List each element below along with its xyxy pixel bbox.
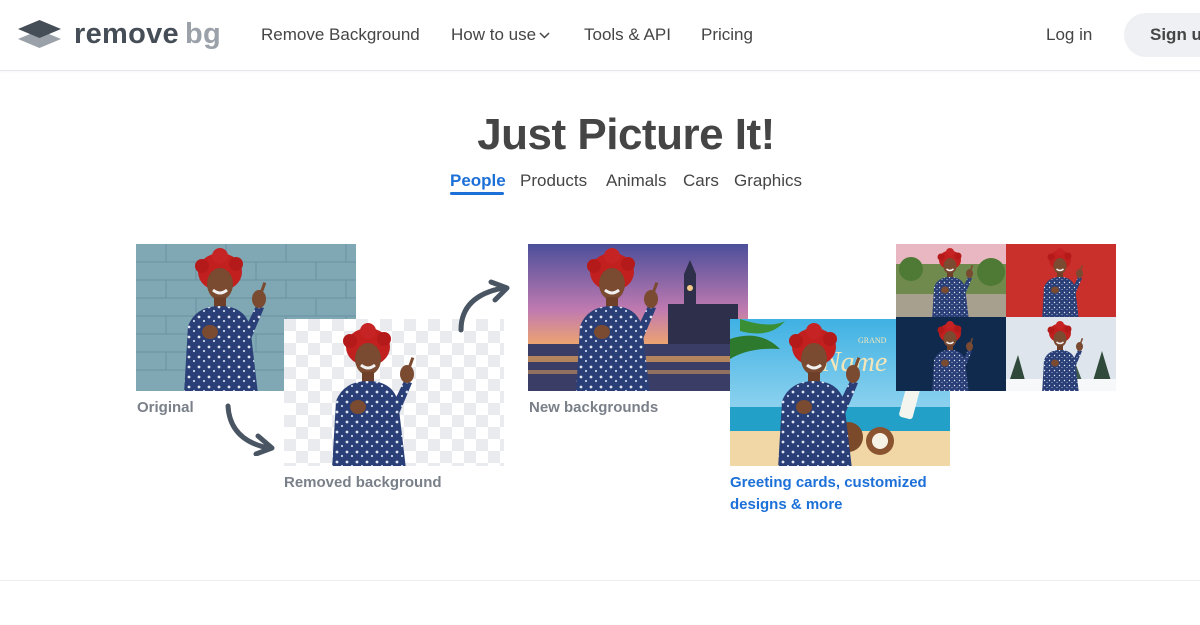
tab-animals[interactable]: Animals xyxy=(606,171,666,191)
tab-products[interactable]: Products xyxy=(520,171,587,191)
greeting-cards-link-line1[interactable]: Greeting cards, customized xyxy=(730,472,927,494)
brand-word-bg: bg xyxy=(184,18,222,50)
page-title: Just Picture It! xyxy=(477,110,775,159)
top-navbar: remove bg Remove Background How to use To… xyxy=(0,0,1200,71)
original-caption: Original xyxy=(137,399,194,416)
nav-how-to-use[interactable]: How to use xyxy=(451,24,550,46)
background-variant-navy-photo xyxy=(896,317,1006,391)
background-variant-snow-photo xyxy=(1006,317,1116,391)
category-tabs: People Products Animals Cars Graphics xyxy=(0,171,1200,201)
background-variant-street-photo xyxy=(896,244,1006,317)
login-link[interactable]: Log in xyxy=(1046,24,1092,46)
nav-remove-background[interactable]: Remove Background xyxy=(261,24,420,46)
signup-button[interactable]: Sign up xyxy=(1124,13,1200,57)
removed-background-caption: Removed background xyxy=(284,474,442,491)
removed-background-photo xyxy=(284,319,504,466)
background-variant-red-photo xyxy=(1006,244,1116,317)
greeting-cards-link-line2[interactable]: designs & more xyxy=(730,494,843,516)
brand-logo[interactable]: remove bg xyxy=(17,16,221,52)
nav-how-to-use-label: How to use xyxy=(451,25,537,44)
tab-people[interactable]: People xyxy=(450,171,506,191)
brand-wordmark: remove bg xyxy=(74,16,221,52)
section-divider xyxy=(0,580,1200,581)
chevron-down-icon xyxy=(539,32,550,39)
tab-cars[interactable]: Cars xyxy=(683,171,719,191)
active-tab-indicator xyxy=(450,192,504,195)
curved-arrow-icon xyxy=(225,403,275,456)
curved-arrow-icon xyxy=(458,279,510,333)
greeting-card-subtitle: GRAND xyxy=(858,336,887,345)
tab-graphics[interactable]: Graphics xyxy=(734,171,802,191)
nav-tools-api[interactable]: Tools & API xyxy=(584,24,671,46)
new-backgrounds-caption: New backgrounds xyxy=(529,399,659,416)
nav-pricing[interactable]: Pricing xyxy=(701,24,753,46)
layers-logo-icon xyxy=(18,20,61,48)
new-background-london-photo xyxy=(528,244,748,391)
brand-word-remove: remove xyxy=(74,18,179,50)
